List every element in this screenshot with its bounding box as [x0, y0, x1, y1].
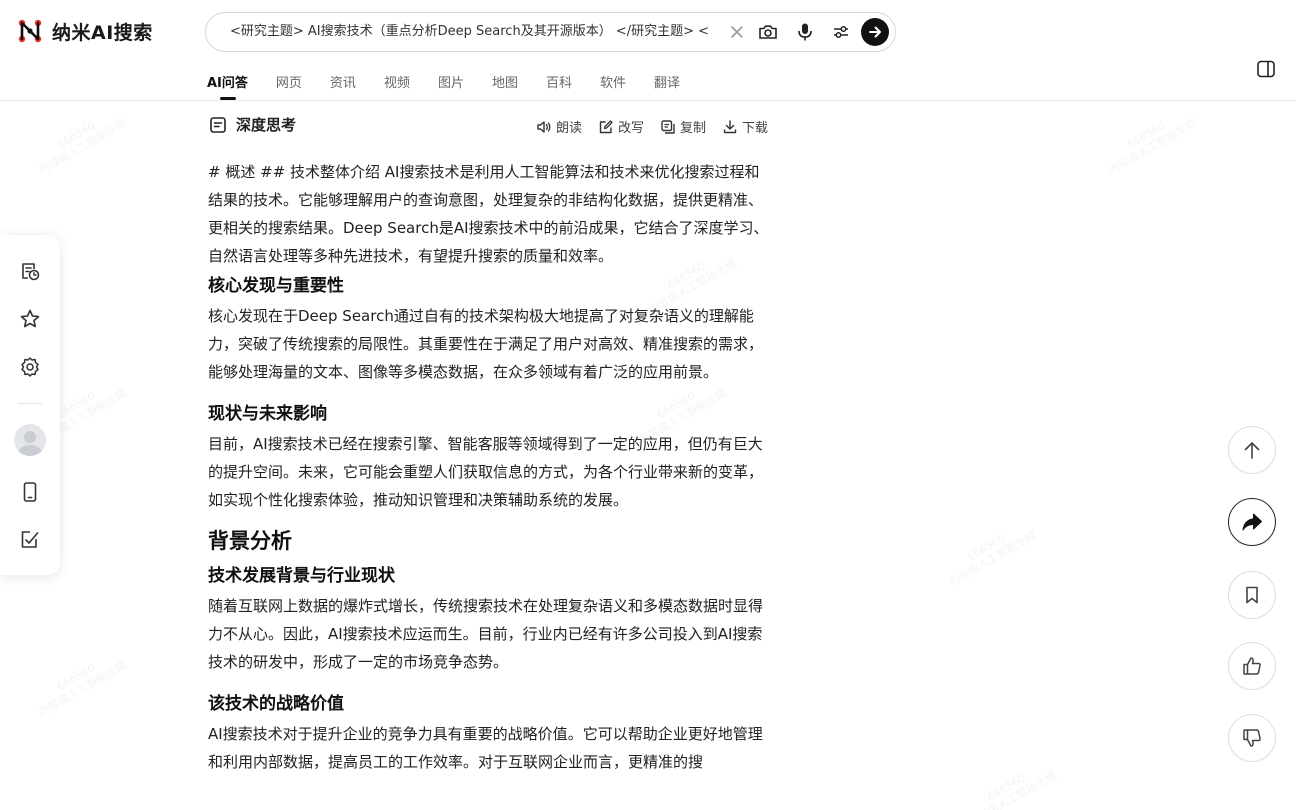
- heading-status-future: 现状与未来影响: [208, 404, 327, 424]
- heading-strategic-value: 该技术的战略价值: [208, 694, 344, 714]
- strategic-value-paragraph: AI搜索技术对于提升企业的竞争力具有重要的战略价值。它可以帮助企业更好地管理和利…: [208, 725, 763, 771]
- sidebar-panel-icon: [1257, 60, 1275, 78]
- arrow-up-icon: [1244, 442, 1260, 459]
- answer-toolbar: 深度思考 朗读 改写 复制 下载: [208, 114, 768, 138]
- clear-search-button[interactable]: [725, 20, 749, 44]
- intro-paragraph: # 概述 ## 技术整体介绍 AI搜索技术是利用人工智能算法和技术来优化搜索过程…: [208, 163, 769, 265]
- thumbs-down-icon: [1243, 729, 1261, 747]
- answer-actions: 朗读 改写 复制 下载: [520, 117, 768, 136]
- sliders-icon: [834, 26, 848, 38]
- tab-web[interactable]: 网页: [276, 72, 302, 100]
- download-label: 下载: [741, 121, 768, 136]
- tab-translate[interactable]: 翻译: [654, 72, 680, 100]
- voice-search-button[interactable]: [793, 20, 817, 44]
- share-button[interactable]: [1228, 498, 1276, 546]
- dislike-button[interactable]: [1228, 714, 1276, 762]
- tab-video[interactable]: 视频: [384, 72, 410, 100]
- bookmark-icon: [1246, 586, 1258, 604]
- industry-background-paragraph: 随着互联网上数据的爆炸式增长，传统搜索技术在处理复杂语义和多模态数据时显得力不从…: [208, 597, 764, 671]
- image-search-button[interactable]: [756, 20, 780, 44]
- core-findings-paragraph: 核心发现在于Deep Search通过自有的技术架构极大地提高了对复杂语义的理解…: [208, 307, 764, 381]
- deep-thinking-title: 深度思考: [236, 116, 297, 134]
- phone-icon: [23, 482, 37, 502]
- heading-core-findings: 核心发现与重要性: [208, 276, 344, 296]
- tab-news[interactable]: 资讯: [330, 72, 356, 100]
- history-icon: [22, 263, 40, 281]
- tab-map[interactable]: 地图: [492, 72, 518, 100]
- user-avatar[interactable]: [14, 424, 46, 456]
- heading-background-analysis: 背景分析: [208, 529, 292, 553]
- microphone-icon: [798, 23, 812, 41]
- sidebar-toggle-button[interactable]: [1256, 59, 1276, 79]
- close-icon: [731, 26, 743, 38]
- top-header: 纳米AI搜索 <研究主题> AI搜索技术（重点分析Deep Search及其开源…: [0, 0, 1296, 101]
- watermark: 666560 内容由人工智能生成: [966, 768, 1059, 810]
- tab-images[interactable]: 图片: [438, 72, 464, 100]
- notes-button[interactable]: [18, 527, 42, 551]
- speaker-icon: [537, 120, 551, 133]
- deep-thinking-header[interactable]: 深度思考: [208, 114, 296, 135]
- app-name: 纳米AI搜索: [52, 21, 153, 44]
- thumbs-up-icon: [1243, 657, 1261, 675]
- rewrite-button[interactable]: 改写: [598, 117, 644, 136]
- tab-encyclopedia[interactable]: 百科: [546, 72, 572, 100]
- favorites-button[interactable]: [18, 307, 42, 331]
- download-button[interactable]: 下载: [722, 117, 768, 136]
- watermark: 666560 内容由人工智能生成: [36, 116, 129, 178]
- rewrite-label: 改写: [617, 121, 644, 136]
- nano-logo-icon: [18, 19, 42, 43]
- toolbar-divider: [18, 403, 42, 404]
- download-icon: [723, 119, 737, 133]
- search-input[interactable]: <研究主题> AI搜索技术（重点分析Deep Search及其开源版本） </研…: [230, 13, 720, 51]
- history-button[interactable]: [18, 259, 42, 283]
- scroll-top-button[interactable]: [1228, 426, 1276, 474]
- mobile-app-button[interactable]: [18, 480, 42, 504]
- watermark: 666560 内容由人工智能生成: [946, 528, 1039, 590]
- settings-button[interactable]: [18, 355, 42, 379]
- left-toolbar: [0, 235, 60, 575]
- submit-search-button[interactable]: [861, 18, 889, 46]
- star-icon: [20, 309, 40, 328]
- heading-industry-background: 技术发展背景与行业现状: [208, 566, 395, 586]
- camera-icon: [759, 25, 777, 39]
- edit-icon: [599, 119, 613, 133]
- tab-ai-qa[interactable]: AI问答: [207, 72, 248, 100]
- watermark: 666560 内容由人工智能生成: [36, 658, 129, 720]
- answer-content: # 概述 ## 技术整体介绍 AI搜索技术是利用人工智能算法和技术来优化搜索过程…: [208, 158, 770, 776]
- search-settings-button[interactable]: [829, 20, 853, 44]
- document-icon: [210, 116, 226, 133]
- search-box[interactable]: <研究主题> AI搜索技术（重点分析Deep Search及其开源版本） </研…: [205, 12, 896, 52]
- like-button[interactable]: [1228, 642, 1276, 690]
- tab-software[interactable]: 软件: [600, 72, 626, 100]
- copy-icon: [661, 119, 675, 134]
- share-icon: [1242, 513, 1262, 531]
- read-aloud-label: 朗读: [555, 121, 582, 136]
- search-tabs: AI问答 网页 资讯 视频 图片 地图 百科 软件 翻译: [207, 72, 708, 100]
- read-aloud-button[interactable]: 朗读: [536, 117, 582, 136]
- watermark: 666560 内容由人工智能生成: [1106, 116, 1199, 178]
- bookmark-button[interactable]: [1228, 571, 1276, 619]
- edit-note-icon: [21, 531, 39, 548]
- copy-button[interactable]: 复制: [660, 117, 706, 136]
- status-future-paragraph: 目前，AI搜索技术已经在搜索引擎、智能客服等领域得到了一定的应用，但仍有巨大的提…: [208, 435, 764, 509]
- app-logo[interactable]: 纳米AI搜索: [16, 17, 153, 45]
- gear-icon: [21, 357, 39, 377]
- arrow-right-icon: [869, 26, 881, 38]
- avatar-placeholder-icon: [18, 431, 42, 456]
- copy-label: 复制: [679, 121, 706, 136]
